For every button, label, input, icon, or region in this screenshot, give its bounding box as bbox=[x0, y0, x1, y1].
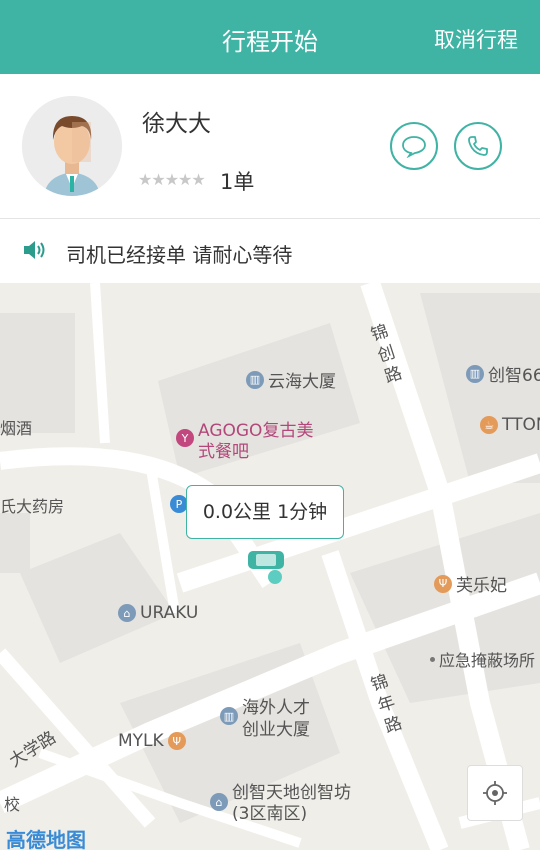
message-button[interactable] bbox=[390, 122, 438, 170]
rating-stars: ★★★★★ bbox=[138, 170, 206, 189]
driver-card: 徐大大 ★★★★★ 1单 bbox=[0, 74, 540, 219]
restaurant-icon: Ψ bbox=[167, 732, 186, 750]
poi-haiwai[interactable]: ▥ 海外人才 创业大厦 bbox=[220, 697, 310, 741]
crosshair-icon bbox=[483, 781, 507, 805]
poi-tton[interactable]: ☕ TTON bbox=[480, 415, 540, 435]
poi-label: TTON bbox=[502, 415, 540, 435]
phone-icon bbox=[468, 136, 488, 156]
cancel-trip-button[interactable]: 取消行程 bbox=[434, 24, 518, 54]
building-icon: ▥ bbox=[466, 364, 484, 383]
order-count: 1单 bbox=[220, 170, 255, 194]
cocktail-icon: Y bbox=[176, 429, 194, 447]
poi-label: 应急掩蔽场所 bbox=[439, 651, 536, 670]
poi-uraku[interactable]: ⌂ URAKU bbox=[118, 603, 198, 623]
distance-time-bubble: 0.0公里 1分钟 bbox=[186, 485, 344, 539]
poi-label: 创智66 bbox=[488, 366, 540, 386]
poi-label: 创业大厦 bbox=[242, 720, 310, 740]
driver-name: 徐大大 bbox=[142, 111, 211, 137]
map-label-school: 校 bbox=[4, 795, 21, 814]
driver-avatar bbox=[22, 96, 122, 196]
poi-agogo[interactable]: Y AGOGO复古美 式餐吧 bbox=[176, 421, 313, 463]
map-view[interactable]: 烟酒 氏大药房 ▥ 云海大厦 ▥ 创智66 ☕ TTON Y AGOGO复古美 … bbox=[0, 283, 540, 850]
poi-chuangzhi66[interactable]: ▥ 创智66 bbox=[466, 361, 540, 386]
status-bar: 司机已经接单 请耐心等待 bbox=[0, 219, 540, 283]
cafe-icon: ☕ bbox=[480, 416, 498, 434]
poi-label: 芙乐妃 bbox=[456, 576, 507, 596]
poi-label: 创智天地创智坊 bbox=[232, 783, 351, 803]
home-icon: ⌂ bbox=[210, 793, 228, 811]
poi-label: 式餐吧 bbox=[198, 442, 249, 462]
poi-yunhai[interactable]: ▥ 云海大厦 bbox=[246, 367, 336, 392]
top-bar: 行程开始 取消行程 bbox=[0, 0, 540, 74]
locate-button[interactable] bbox=[467, 765, 523, 821]
call-button[interactable] bbox=[454, 122, 502, 170]
map-label-pharmacy: 氏大药房 bbox=[0, 497, 65, 516]
map-label-yanjiu: 烟酒 bbox=[0, 419, 33, 438]
speaker-icon bbox=[24, 241, 45, 259]
poi-label: URAKU bbox=[140, 603, 199, 623]
poi-shelter[interactable]: 应急掩蔽场所 bbox=[430, 647, 535, 671]
poi-chuangzhifang[interactable]: ⌂ 创智天地创智坊 (3区南区) bbox=[210, 783, 351, 825]
poi-label: AGOGO复古美 bbox=[198, 421, 314, 441]
poi-mylk[interactable]: MYLK Ψ bbox=[118, 731, 186, 751]
shop-icon: ⌂ bbox=[118, 604, 136, 622]
poi-label: MYLK bbox=[118, 731, 164, 751]
building-icon: ▥ bbox=[246, 370, 264, 389]
poi-label: 海外人才 bbox=[242, 698, 310, 718]
poi-label: 云海大厦 bbox=[268, 372, 336, 392]
status-message: 司机已经接单 请耐心等待 bbox=[66, 243, 293, 267]
map-logo: 高德地图 bbox=[6, 828, 86, 850]
restaurant-icon: Ψ bbox=[434, 574, 452, 593]
poi-meilefei[interactable]: Ψ 芙乐妃 bbox=[434, 571, 507, 596]
dot-icon bbox=[430, 656, 435, 662]
building-icon: ▥ bbox=[220, 707, 238, 725]
poi-label: (3区南区) bbox=[232, 804, 308, 824]
chat-bubble-icon bbox=[402, 136, 426, 158]
